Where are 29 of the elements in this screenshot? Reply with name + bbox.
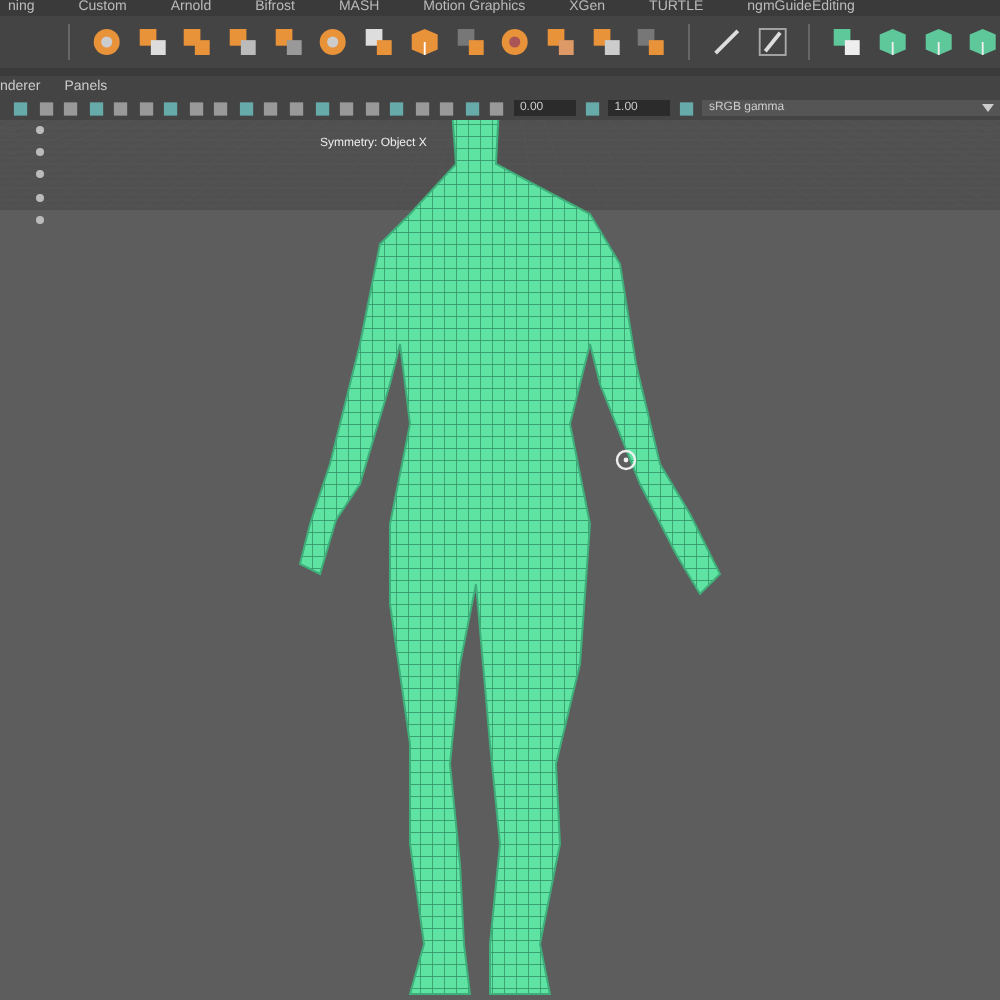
shelf-tool-icon[interactable]: [271, 24, 305, 60]
shelf-tool-icon[interactable]: [921, 24, 955, 60]
shelf-tool-icon[interactable]: [362, 24, 396, 60]
shelf-tool-icon[interactable]: [543, 24, 578, 60]
shelf-tool-icon[interactable]: [966, 24, 1000, 60]
pencil-icon[interactable]: [755, 24, 789, 60]
caret-icon: [981, 104, 994, 112]
pencil-icon[interactable]: [709, 24, 744, 60]
rotate-manipulator-icon[interactable]: [614, 448, 638, 472]
shelf-tool-icon[interactable]: [634, 24, 669, 60]
dot-icon: [36, 194, 44, 202]
shelf-tool-icon[interactable]: [135, 24, 169, 60]
dot-icon: [36, 170, 44, 178]
shelf-tool-icon[interactable]: [830, 24, 865, 60]
shelf-tool-icon[interactable]: [589, 24, 623, 60]
shelf-tool-icon[interactable]: [316, 24, 351, 60]
dot-icon: [36, 216, 44, 224]
wireframe-figure-drawing[interactable]: [298, 120, 722, 995]
dot-icon: [36, 126, 44, 134]
shelf-tool-icon[interactable]: [453, 24, 487, 60]
toolbar-icon[interactable]: [677, 99, 695, 117]
toolbar-icon[interactable]: [583, 99, 601, 117]
shelf-tool-icon[interactable]: [180, 24, 215, 60]
shelf-tool-icon[interactable]: [876, 24, 910, 60]
shelf-tool-icon[interactable]: [89, 24, 124, 60]
shelf-tool-icon[interactable]: [498, 24, 532, 60]
shelf-tool-icon[interactable]: [407, 24, 442, 60]
dot-icon: [36, 148, 44, 156]
shelf-tool-icon[interactable]: [226, 24, 260, 60]
